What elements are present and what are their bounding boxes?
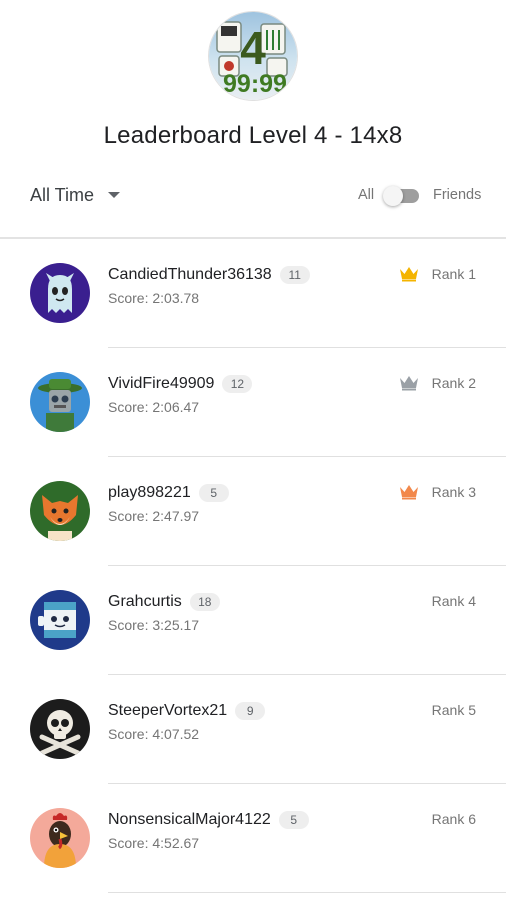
score-text: Score: 2:03.78 [108,290,200,306]
rank-label: Rank 4 [431,593,476,609]
level-badge: 12 [222,375,253,393]
leaderboard-row[interactable]: CandiedThunder36138 11 Score: 2:03.78 Ra… [0,239,506,348]
score-text: Score: 4:52.67 [108,835,200,851]
friends-toggle[interactable] [383,186,419,206]
skull-crossbones-avatar-icon [30,699,90,759]
leaderboard-row[interactable]: play898221 5 Score: 2:47.97 Rank 3 [0,457,506,566]
row-divider [108,892,506,893]
level-badge: 5 [198,484,229,502]
leaderboard-header: 4 99:99 Leaderboard Level 4 - 14x8 All T… [0,0,506,239]
time-range-dropdown[interactable]: All Time [30,183,121,207]
page-title: Leaderboard Level 4 - 14x8 [103,122,403,149]
score-text: Score: 4:07.52 [108,726,200,742]
leaderboard-row[interactable]: Grahcurtis 18 Score: 3:25.17 Rank 4 [0,566,506,675]
player-name-line: Grahcurtis 18 [108,592,220,612]
score-text: Score: 2:47.97 [108,508,200,524]
toggle-thumb [383,186,403,206]
score-text: Score: 2:06.47 [108,399,200,415]
rank-label: Rank 2 [431,375,476,391]
leaderboard-row[interactable]: SteeperVortex21 9 Score: 4:07.52 Rank 5 [0,675,506,784]
rooster-avatar-icon [30,808,90,868]
svg-text:4: 4 [240,22,266,74]
crown-gold-icon [400,267,418,282]
time-range-label: All Time [30,184,95,205]
fox-avatar-icon [30,481,90,541]
mahjong-tile-stack-icon: 4 99:99 [209,12,297,100]
player-name: play898221 [108,484,191,501]
scope-all-label: All [358,187,375,203]
caret-down-icon [108,192,121,198]
player-name-line: CandiedThunder36138 11 [108,265,310,285]
leaderboard-row[interactable]: VividFire49909 12 Score: 2:06.47 Rank 2 [0,348,506,457]
player-name: CandiedThunder36138 [108,266,272,283]
leaderboard-row[interactable]: NonsensicalMajor4122 5 Score: 4:52.67 Ra… [0,784,506,893]
scope-friends-label: Friends [433,187,482,203]
rank-label: Rank 6 [431,811,476,827]
rank-label: Rank 5 [431,702,476,718]
level-badge: 9 [235,702,266,720]
crown-silver-icon [400,376,418,391]
player-name: VividFire49909 [108,375,215,392]
level-badge: 18 [189,593,220,611]
player-name: SteeperVortex21 [108,702,228,719]
ghost-avatar-icon [30,263,90,323]
player-name: NonsensicalMajor4122 [108,811,271,828]
crown-bronze-icon [400,485,418,500]
player-name-line: SteeperVortex21 9 [108,701,266,721]
rank-label: Rank 3 [431,484,476,500]
svg-text:99:99: 99:99 [223,70,287,98]
level-badge: 11 [279,266,310,284]
score-text: Score: 3:25.17 [108,617,200,633]
player-name-line: NonsensicalMajor4122 5 [108,810,309,830]
player-name-line: VividFire49909 12 [108,374,253,394]
player-name-line: play898221 5 [108,483,229,503]
rank-label: Rank 1 [431,266,476,282]
robot-explorer-avatar-icon [30,372,90,432]
robot-avatar-icon [30,590,90,650]
level-badge: 5 [278,811,309,829]
player-name: Grahcurtis [108,593,182,610]
